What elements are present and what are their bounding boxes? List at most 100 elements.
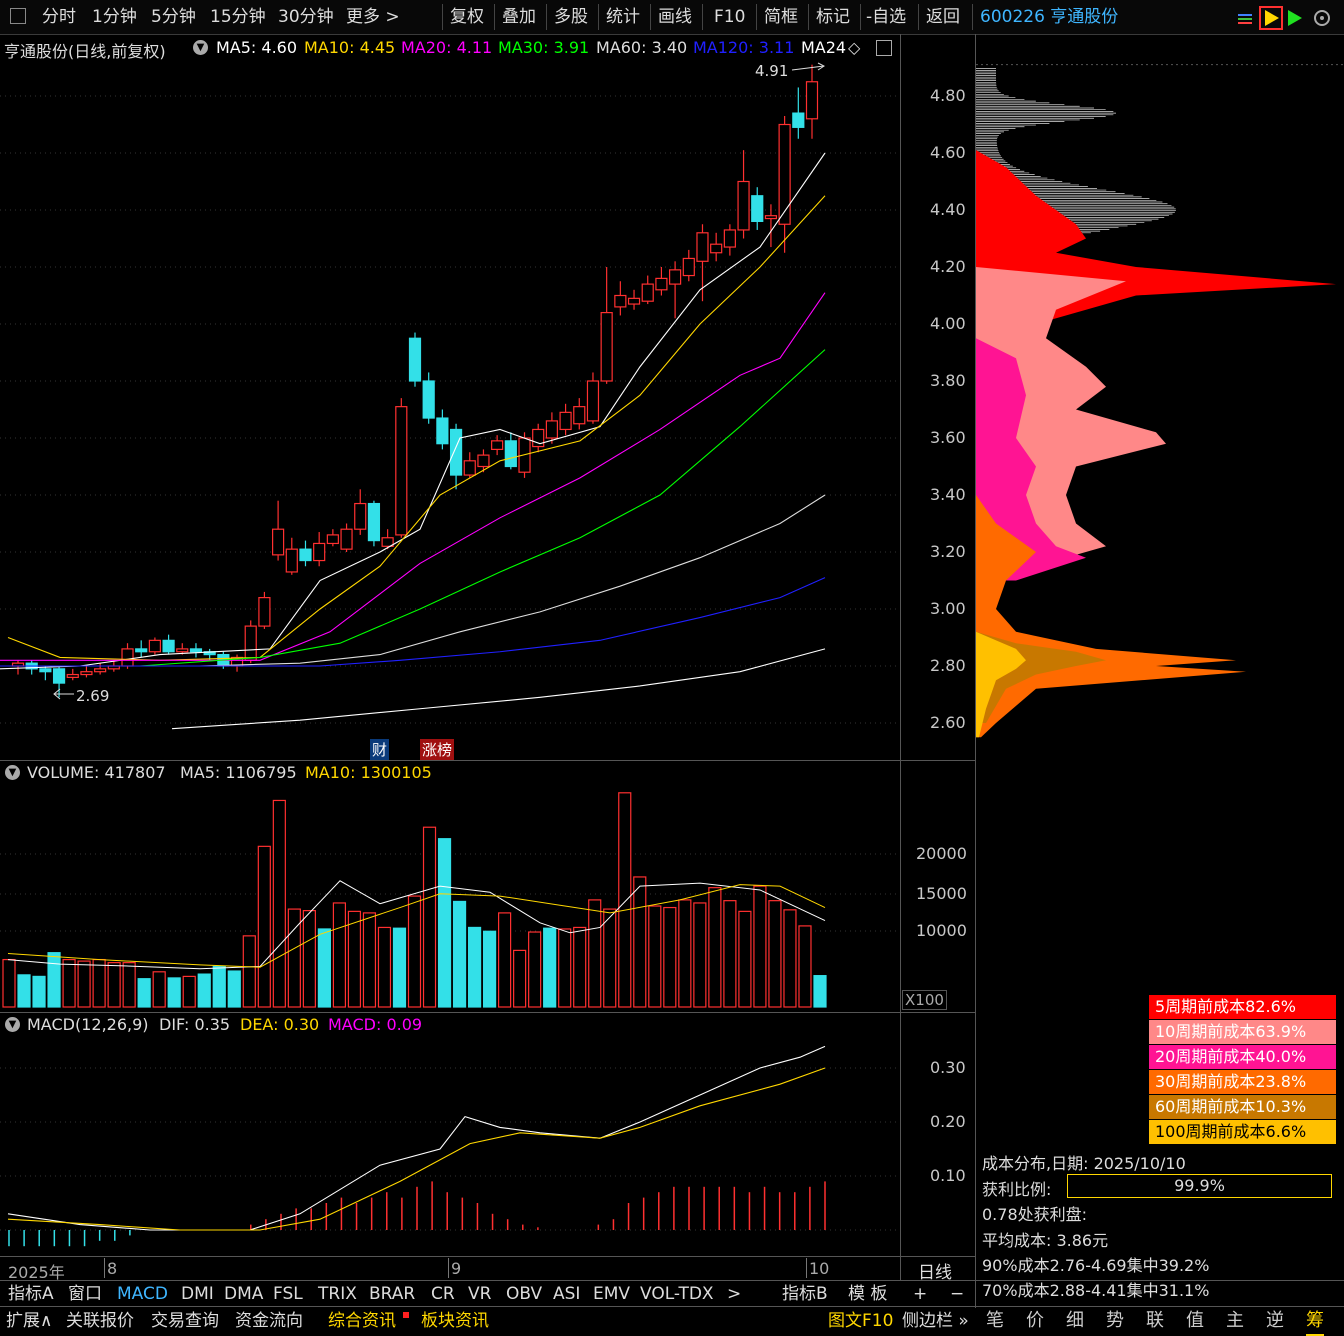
candle-body bbox=[354, 502, 367, 530]
ma60-label: MA60: 3.40 bbox=[596, 38, 688, 57]
candlestick-chart[interactable] bbox=[0, 60, 900, 760]
gear-icon[interactable] bbox=[1314, 10, 1330, 26]
volume-bar bbox=[693, 902, 707, 1008]
sidebar-tab-lian[interactable]: 联 bbox=[1146, 1308, 1164, 1334]
simple-frame-button[interactable]: 简框 bbox=[764, 4, 798, 30]
ma-settings-toggle-icon[interactable]: ▼ bbox=[193, 40, 208, 55]
limit-up-list-tag[interactable]: 涨榜 bbox=[420, 739, 455, 760]
window-tab[interactable]: 窗口 bbox=[68, 1282, 102, 1306]
macd-chart[interactable] bbox=[0, 1036, 900, 1256]
volume-bar bbox=[558, 928, 572, 1008]
period-daily-label[interactable]: 日线 bbox=[918, 1258, 952, 1283]
candle-body bbox=[162, 639, 175, 653]
period-minute-chart[interactable]: 分时 bbox=[42, 4, 76, 30]
play-green-icon[interactable] bbox=[1288, 10, 1302, 26]
statistics-button[interactable]: 统计 bbox=[606, 4, 640, 30]
overlay-button[interactable]: 叠加 bbox=[502, 4, 536, 30]
candle-body bbox=[285, 548, 298, 573]
price-tick: 3.40 bbox=[930, 485, 966, 504]
volume-bar bbox=[482, 930, 497, 1008]
sidebar-tab-chou[interactable]: 筹 bbox=[1306, 1308, 1324, 1336]
sidebar-tab-zhu[interactable]: 主 bbox=[1226, 1308, 1244, 1334]
more-indicators-arrow[interactable]: > bbox=[727, 1282, 741, 1306]
window-menu-icon[interactable] bbox=[10, 8, 26, 24]
candle-body bbox=[792, 112, 805, 128]
period-30min[interactable]: 30分钟 bbox=[278, 4, 334, 30]
dmi-tab[interactable]: DMI bbox=[181, 1282, 214, 1306]
candle-body bbox=[764, 215, 778, 220]
profit-ratio-label: 获利比例: bbox=[982, 1180, 1052, 1199]
sidebar-tab-jia[interactable]: 价 bbox=[1026, 1308, 1044, 1334]
dma-tab[interactable]: DMA bbox=[224, 1282, 263, 1306]
multi-stock-button[interactable]: 多股 bbox=[554, 4, 588, 30]
macd-tab[interactable]: MACD bbox=[117, 1282, 168, 1306]
cr-tab[interactable]: CR bbox=[431, 1282, 455, 1306]
volume-bar bbox=[407, 895, 422, 1008]
volume-chart[interactable] bbox=[0, 780, 900, 1012]
back-button[interactable]: 返回 bbox=[926, 4, 960, 30]
vr-tab[interactable]: VR bbox=[468, 1282, 491, 1306]
zoom-in-button[interactable]: + bbox=[913, 1282, 927, 1306]
vol-tdx-tab[interactable]: VOL-TDX bbox=[640, 1282, 714, 1306]
volume-toggle-icon[interactable]: ▼ bbox=[5, 765, 20, 780]
watchlist-button[interactable]: -自选 bbox=[866, 4, 906, 30]
period-15min[interactable]: 15分钟 bbox=[210, 4, 266, 30]
financial-event-tag[interactable]: 财 bbox=[370, 739, 390, 760]
sidebar-tab-xi[interactable]: 细 bbox=[1066, 1308, 1084, 1334]
indicator-b-tab[interactable]: 指标B bbox=[782, 1282, 828, 1306]
draw-line-button[interactable]: 画线 bbox=[658, 4, 692, 30]
trix-tab[interactable]: TRIX bbox=[318, 1282, 357, 1306]
play-red-icon[interactable] bbox=[1259, 6, 1283, 30]
mark-button[interactable]: 标记 bbox=[816, 4, 850, 30]
cost-legend-30: 30周期前成本23.8% bbox=[1149, 1070, 1336, 1094]
sidebar-tab-bi[interactable]: 笔 bbox=[986, 1308, 1004, 1334]
brar-tab[interactable]: BRAR bbox=[369, 1282, 415, 1306]
cost-90: 90%成本2.76-4.69集中39.2% bbox=[982, 1256, 1210, 1275]
period-more[interactable]: 更多 > bbox=[346, 4, 400, 30]
expand-window-icon[interactable] bbox=[876, 40, 892, 56]
comprehensive-news-button[interactable]: 综合资讯 bbox=[328, 1308, 396, 1334]
emv-tab[interactable]: EMV bbox=[593, 1282, 630, 1306]
diamond-icon[interactable]: ◇ bbox=[848, 38, 860, 57]
asi-tab[interactable]: ASI bbox=[553, 1282, 580, 1306]
volume-bar bbox=[753, 885, 767, 1008]
zoom-out-button[interactable]: − bbox=[950, 1282, 964, 1306]
fsl-tab[interactable]: FSL bbox=[273, 1282, 303, 1306]
expand-button[interactable]: 扩展∧ bbox=[6, 1308, 52, 1334]
period-1min[interactable]: 1分钟 bbox=[92, 4, 137, 30]
f10-button[interactable]: F10 bbox=[714, 4, 745, 30]
sidebar-tab-zhi[interactable]: 值 bbox=[1186, 1308, 1204, 1334]
graphic-f10-button[interactable]: 图文F10 bbox=[828, 1308, 893, 1334]
obv-tab[interactable]: OBV bbox=[506, 1282, 542, 1306]
candle-body bbox=[504, 440, 517, 468]
sector-news-button[interactable]: 板块资讯 bbox=[421, 1308, 489, 1334]
template-tab[interactable]: 模 板 bbox=[848, 1282, 887, 1306]
fuquan-button[interactable]: 复权 bbox=[450, 4, 484, 30]
candle-body bbox=[80, 671, 93, 676]
sidebar-toggle-button[interactable]: 侧边栏 » bbox=[902, 1308, 969, 1334]
candle-body bbox=[710, 243, 723, 254]
volume-bar bbox=[62, 958, 76, 1008]
sidebar-tab-ni[interactable]: 逆 bbox=[1266, 1308, 1284, 1334]
related-quotes-button[interactable]: 关联报价 bbox=[66, 1308, 134, 1334]
top-toolbar: 分时 1分钟 5分钟 15分钟 30分钟 更多 > 复权 叠加 多股 统计 画线… bbox=[0, 0, 1344, 35]
sidebar-tab-shi[interactable]: 势 bbox=[1106, 1308, 1124, 1334]
period-5min[interactable]: 5分钟 bbox=[151, 4, 196, 30]
trade-query-button[interactable]: 交易查询 bbox=[151, 1308, 219, 1334]
price-tick: 2.80 bbox=[930, 656, 966, 675]
volume-bar bbox=[437, 838, 452, 1008]
fund-flow-button[interactable]: 资金流向 bbox=[235, 1308, 303, 1334]
moving-average-line bbox=[0, 494, 826, 667]
volume-bar bbox=[2, 958, 16, 1008]
volume-bar bbox=[152, 971, 166, 1008]
volume-unit: X100 bbox=[902, 990, 947, 1010]
indicator-a-tab[interactable]: 指标A bbox=[8, 1282, 54, 1306]
bar-chart-icon[interactable] bbox=[1238, 14, 1252, 24]
macd-toggle-icon[interactable]: ▼ bbox=[5, 1017, 20, 1032]
volume-bar bbox=[648, 905, 662, 1008]
candle-body bbox=[614, 294, 627, 308]
volume-bar bbox=[107, 962, 121, 1008]
candle-body bbox=[627, 297, 641, 305]
ma30-label: MA30: 3.91 bbox=[498, 38, 590, 57]
volume-bar bbox=[227, 970, 241, 1008]
